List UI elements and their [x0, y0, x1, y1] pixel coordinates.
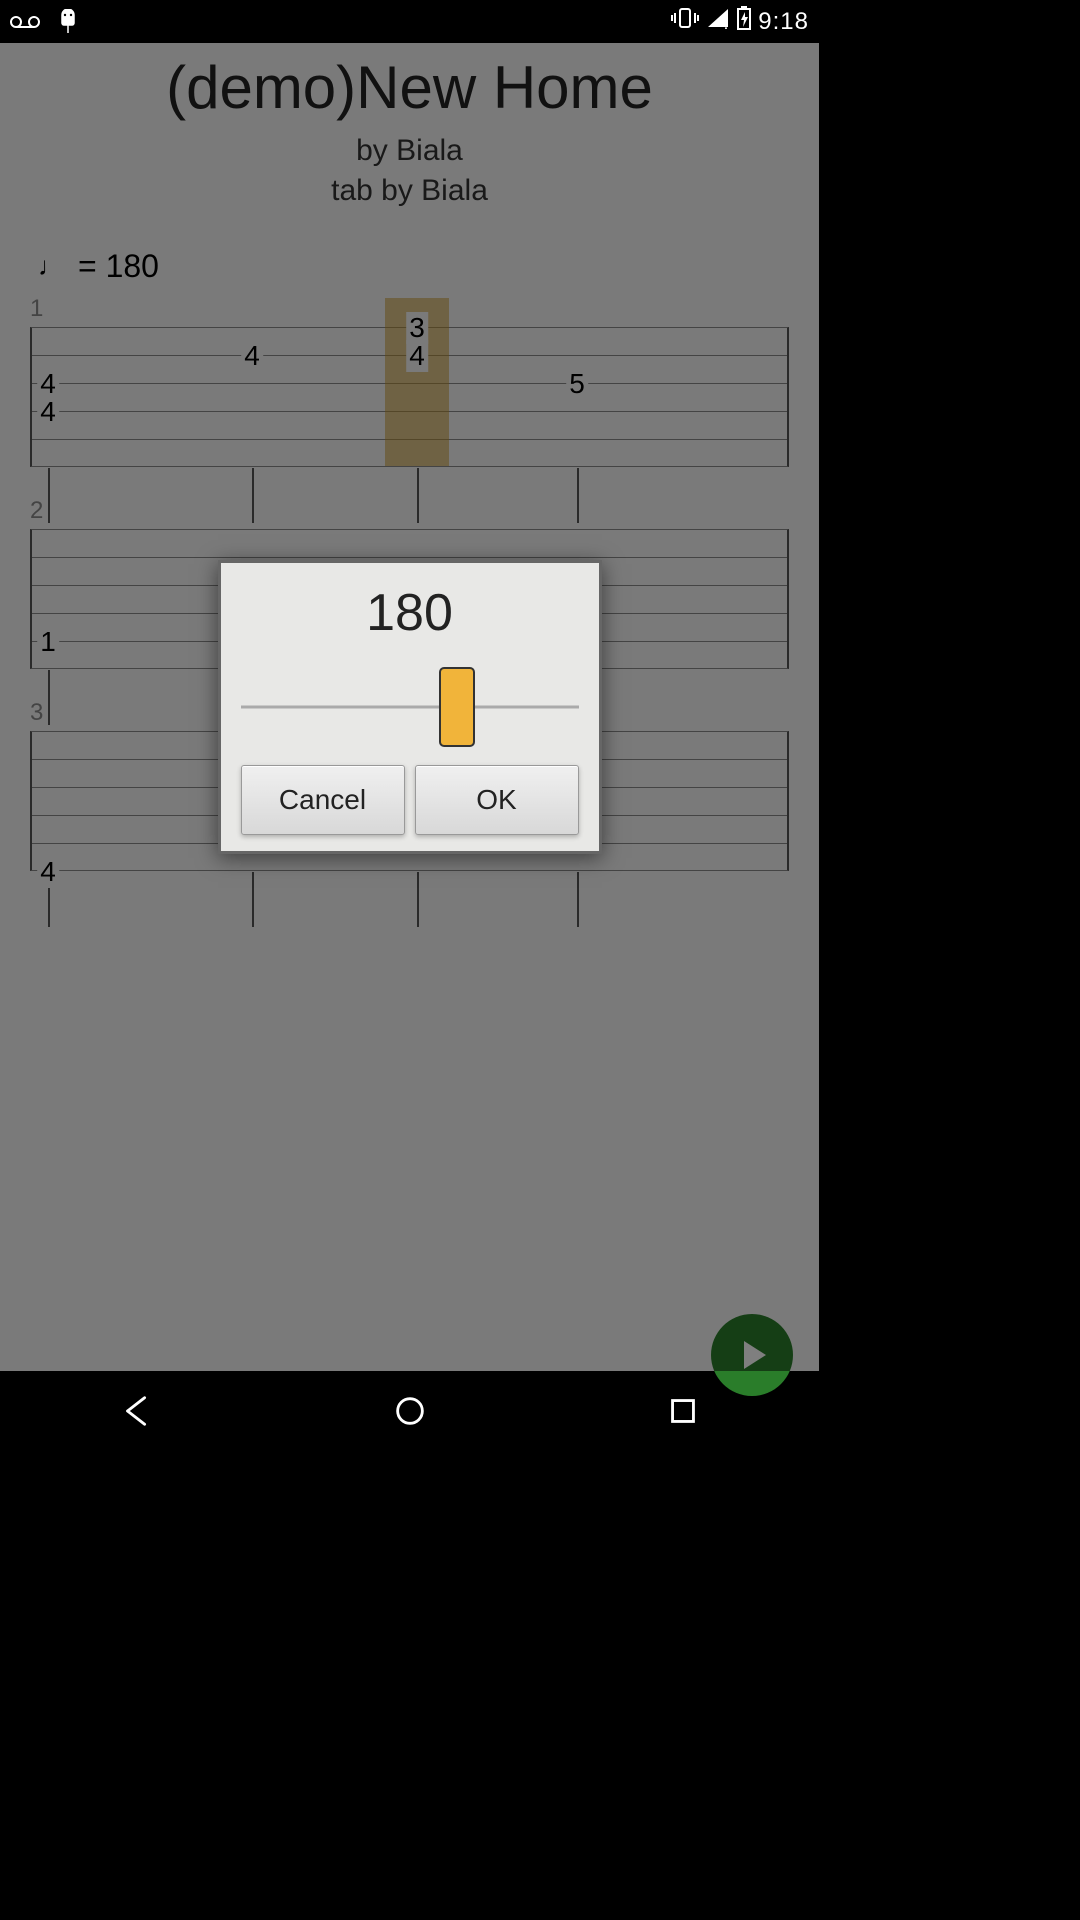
slider-track-line	[241, 706, 579, 709]
nav-home[interactable]	[391, 1392, 429, 1435]
tempo-slider[interactable]	[241, 667, 579, 747]
nav-back[interactable]	[118, 1392, 156, 1435]
tempo-dialog: 180 Cancel OK	[218, 560, 602, 854]
tempo-dialog-value: 180	[229, 571, 591, 655]
slider-thumb[interactable]	[439, 667, 475, 747]
nav-recent[interactable]	[664, 1392, 702, 1435]
ok-button[interactable]: OK	[415, 765, 579, 835]
nav-bar	[0, 1371, 819, 1456]
vibrate-icon	[670, 7, 700, 36]
cancel-button[interactable]: Cancel	[241, 765, 405, 835]
signal-icon: !	[706, 7, 730, 36]
status-bar: ! 9:18	[0, 0, 819, 43]
battery-charging-icon	[736, 6, 752, 37]
voicemail-icon	[10, 14, 40, 30]
status-time: 9:18	[758, 8, 809, 36]
android-debug-icon	[58, 9, 78, 35]
svg-text:!: !	[724, 18, 728, 29]
